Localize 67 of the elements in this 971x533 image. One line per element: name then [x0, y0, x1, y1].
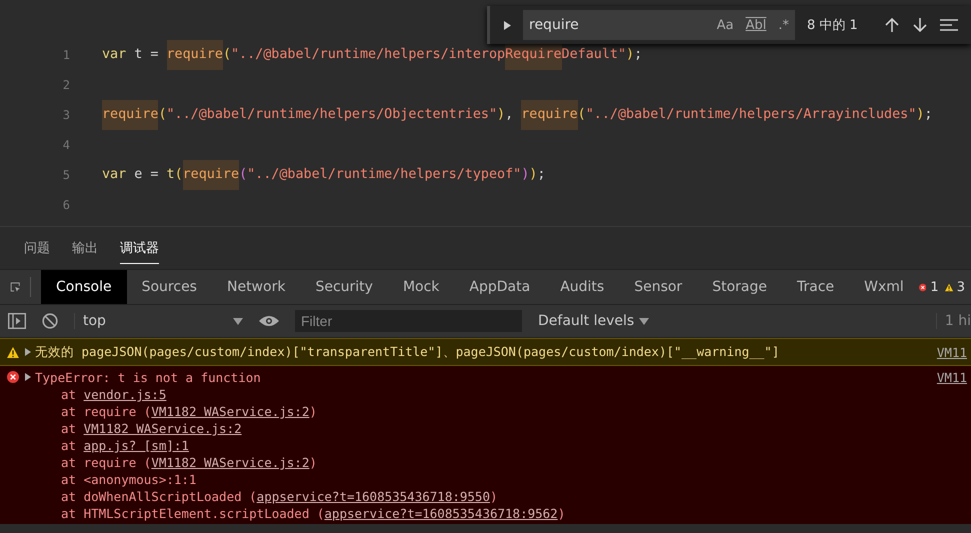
- source-link[interactable]: VM11: [936, 370, 971, 384]
- line-number: 4: [62, 138, 70, 152]
- stack-frame: at doWhenAllScriptLoaded (appservice?t=1608535436718:9550): [0, 488, 971, 505]
- line-number: 1: [62, 48, 70, 62]
- arrow-up-icon[interactable]: [884, 17, 900, 33]
- devtools-tab[interactable]: Mock: [388, 270, 454, 304]
- devtools-tab[interactable]: Trace: [782, 270, 850, 304]
- stack-frame: at vendor.js:5: [0, 386, 971, 403]
- find-option-toggle[interactable]: Aa: [716, 18, 734, 32]
- devtools-tab[interactable]: Wxml: [849, 270, 919, 304]
- devtools-tab[interactable]: Network: [212, 270, 300, 304]
- devtools-tab[interactable]: Storage: [697, 270, 782, 304]
- caret-icon: [233, 318, 243, 324]
- message-text: TypeError: t is not a function: [35, 370, 261, 384]
- line-number: 6: [62, 198, 70, 212]
- stack-link[interactable]: app.js? [sm]:1: [84, 438, 189, 453]
- hidden-count: 1 hi: [936, 313, 971, 329]
- expand-icon[interactable]: [25, 348, 31, 356]
- code-line: require("../@babel/runtime/helpers/Objectentries"), require("../@babel/runtime/helpers/Arrayincludes");: [102, 100, 932, 130]
- panel-tab[interactable]: 输出: [72, 233, 98, 263]
- stack-link[interactable]: appservice?t=1608535436718:9550: [256, 489, 490, 504]
- warning-icon: [7, 346, 19, 358]
- devtools-tab[interactable]: Audits: [545, 270, 620, 304]
- selection-lines-icon[interactable]: [940, 18, 958, 32]
- match-count: 8 中的 1: [807, 17, 858, 34]
- caret-icon: [639, 318, 650, 324]
- line-number: 3: [62, 108, 70, 122]
- warning-count[interactable]: 3: [956, 280, 965, 294]
- find-option-toggle[interactable]: .*: [778, 18, 789, 32]
- devtools-tab[interactable]: Security: [300, 270, 388, 304]
- eye-icon[interactable]: [259, 315, 279, 327]
- stack-frame: at app.js? [sm]:1: [0, 437, 971, 454]
- clear-icon[interactable]: [42, 313, 58, 329]
- panel-tab[interactable]: 调试器: [120, 232, 159, 264]
- panel-tab[interactable]: 问题: [24, 233, 50, 263]
- arrow-down-icon[interactable]: [912, 17, 928, 33]
- filter-field[interactable]: Filter: [295, 310, 522, 332]
- devtools-tab[interactable]: Sources: [126, 270, 212, 304]
- find-input[interactable]: require Aa Abl .*: [523, 10, 795, 40]
- stack-link[interactable]: VM1182 WAService.js:2: [151, 455, 310, 470]
- stack-frame: at require (VM1182 WAService.js:2): [0, 403, 971, 420]
- expand-icon[interactable]: [504, 20, 511, 30]
- devtools-tab[interactable]: Console: [41, 270, 127, 304]
- devtools-tab[interactable]: AppData: [454, 270, 546, 304]
- stack-frame: at require (VM1182 WAService.js:2): [0, 454, 971, 471]
- message-text: 无效的 pageJSON(pages/custom/index)["transparentTitle"]、pageJSON(pages/custom/index)["__warning__"]: [35, 344, 780, 360]
- error-icon: [7, 371, 19, 383]
- source-link[interactable]: VM11: [936, 344, 971, 360]
- stack-frame: at VM1182 WAService.js:2: [0, 420, 971, 437]
- stack-frame: at <anonymous>:1:1: [0, 471, 971, 488]
- find-option-toggle[interactable]: Abl: [746, 18, 766, 32]
- error-count[interactable]: 1: [930, 280, 939, 294]
- context-select[interactable]: top: [74, 313, 243, 329]
- devtools-tab[interactable]: Sensor: [619, 270, 698, 304]
- code-line: var t = require("../@babel/runtime/helpers/interopRequireDefault");: [102, 40, 642, 70]
- line-number: 5: [62, 168, 70, 182]
- stack-link[interactable]: vendor.js:5: [84, 387, 166, 402]
- stack-link[interactable]: VM1182 WAService.js:2: [151, 404, 310, 419]
- levels-dropdown[interactable]: Default levels: [538, 313, 650, 329]
- error-icon: [918, 280, 926, 294]
- line-number: 2: [62, 78, 70, 92]
- expand-icon[interactable]: [25, 373, 31, 381]
- code-line: var e = t(require("../@babel/runtime/helpers/typeof"));: [102, 160, 546, 190]
- stack-frame: at HTMLScriptElement.scriptLoaded (appservice?t=1608535436718:9562): [0, 505, 971, 522]
- stack-link[interactable]: VM1182 WAService.js:2: [84, 421, 242, 436]
- stack-link[interactable]: appservice?t=1608535436718:9562: [324, 506, 558, 521]
- sidebar-toggle-icon[interactable]: [8, 313, 26, 329]
